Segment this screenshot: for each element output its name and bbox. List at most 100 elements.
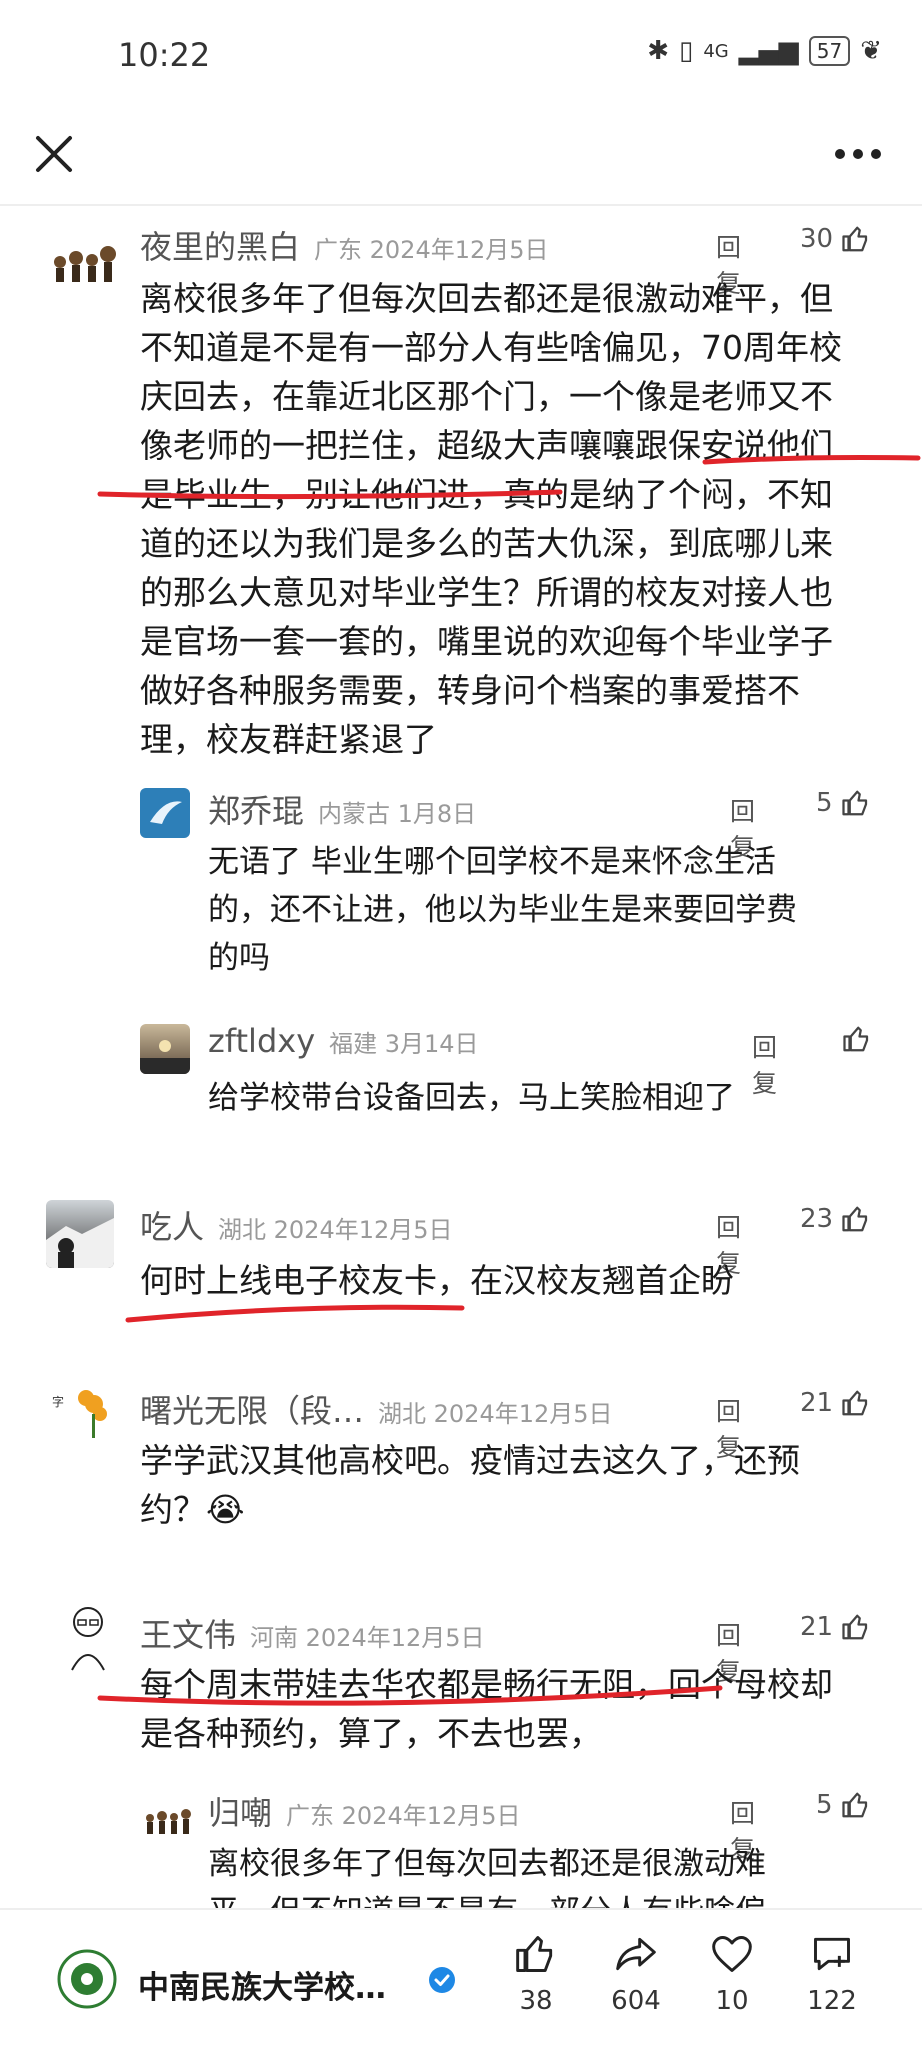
vibrate-icon: ▯ [679, 36, 694, 66]
annotation-underline [125, 1304, 465, 1323]
reply-author[interactable]: 归嘲 [208, 1794, 272, 1832]
avatar[interactable] [46, 1200, 114, 1268]
comment-total: 122 [807, 1986, 857, 2016]
like-button[interactable] [842, 1024, 872, 1054]
divider [0, 204, 922, 206]
thumbs-up-icon [843, 1026, 869, 1052]
verified-badge-icon [429, 1967, 455, 1993]
signal-bars-icon: ▂▄▆ [738, 36, 799, 66]
comment-location-date: 河南 2024年12月5日 [250, 1624, 485, 1652]
reply-line: 的，还不让进，他以为毕业生是来要回学费 [208, 892, 797, 928]
reply-location-date: 内蒙古 1月8日 [318, 800, 477, 828]
avatar-figures-icon [54, 246, 116, 282]
comment-line: 理，校友群赶紧退了 [140, 720, 437, 759]
comment-line: 离校很多年了但每次回去都还是很激动难平，但 [140, 279, 833, 318]
comment-location-date: 广东 2024年12月5日 [314, 236, 549, 264]
comment-author[interactable]: 吃人 [140, 1208, 204, 1246]
comment-line: 的那么大意见对毕业学生？所谓的校友对接人也 [140, 573, 833, 612]
avatar[interactable] [46, 230, 124, 290]
avatar[interactable] [140, 1798, 196, 1842]
like-button[interactable]: 21 [800, 1612, 871, 1642]
annotation-underline [97, 455, 921, 500]
reply-author[interactable]: 郑乔琨 [208, 792, 304, 830]
comment-line: 学学武汉其他高校吧。疫情过去这久了，还预 [140, 1441, 800, 1480]
flower-icon: 字 [52, 1390, 107, 1438]
top-bar [0, 110, 922, 200]
comment-line: 做好各种服务需要，转身问个档案的事爱搭不 [140, 671, 800, 710]
avatar[interactable] [60, 1600, 116, 1676]
reply-line: 离校很多年了但每次回去都还是很激动难 [208, 1846, 766, 1882]
like-count: 21 [800, 1388, 834, 1418]
like-button[interactable]: 5 [816, 1790, 871, 1820]
comment-location-date: 湖北 2024年12月5日 [218, 1216, 453, 1244]
reply-body: 无语了 毕业生哪个回学校不是来怀念生活 的，还不让进，他以为毕业生是来要回学费 … [208, 838, 888, 982]
share-total: 604 [611, 1986, 661, 2016]
like-button[interactable]: 23 [800, 1204, 871, 1234]
like-action[interactable]: 38 [496, 1932, 576, 2016]
heart-icon [712, 1936, 752, 1972]
comment-body: 离校很多年了但每次回去都还是很激动难平，但 不知道是不是有一部分人有些啥偏见，7… [140, 274, 900, 764]
avatar[interactable]: 字 [46, 1376, 118, 1448]
comment-line: 不知道是不是有一部分人有些啥偏见，70周年校 [140, 328, 842, 367]
comment-add-icon [814, 1937, 850, 1971]
reply-location-date: 福建 3月14日 [329, 1030, 479, 1058]
bottom-action-bar: 中南民族大学校… 38 604 10 122 [0, 1908, 922, 2050]
reply-line: 的吗 [208, 940, 270, 976]
like-button[interactable]: 21 [800, 1388, 871, 1418]
comment-line: 约？😭 [140, 1490, 245, 1529]
cartoon-person-icon [71, 1607, 105, 1671]
like-count: 30 [800, 224, 834, 254]
reply-body: 给学校带台设备回去，马上笑脸相迎了 [208, 1074, 888, 1122]
status-time: 10:22 [118, 36, 211, 74]
person-photo-icon [46, 1218, 114, 1268]
like-count: 5 [816, 1790, 833, 1820]
comment-location-date: 湖北 2024年12月5日 [378, 1400, 613, 1428]
like-count: 5 [816, 788, 833, 818]
reply-author[interactable]: zftldxy [208, 1022, 315, 1060]
thumbs-up-icon [842, 1614, 868, 1640]
comment-author[interactable]: 王文伟 [140, 1616, 236, 1654]
bird-icon [150, 801, 182, 824]
share-icon [616, 1937, 656, 1971]
favorite-total: 10 [715, 1986, 749, 2016]
status-bar: 10:22 ✱ ▯ 4G ▂▄▆ 57 ❦ [0, 0, 922, 110]
org-name[interactable]: 中南民族大学校… [138, 1962, 386, 2007]
signal-icon: 4G [703, 40, 729, 62]
comment-line: 是官场一套一套的，嘴里说的欢迎每个毕业学子 [140, 622, 833, 661]
like-count: 21 [800, 1612, 834, 1642]
status-icons: ✱ ▯ 4G ▂▄▆ 57 ❦ [647, 36, 882, 66]
org-logo[interactable] [56, 1948, 118, 2010]
close-icon[interactable] [28, 128, 80, 180]
like-button[interactable]: 5 [816, 788, 871, 818]
reply-line: 给学校带台设备回去，马上笑脸相迎了 [208, 1080, 735, 1116]
avatar[interactable] [140, 1024, 190, 1074]
more-icon[interactable] [828, 130, 888, 178]
thumbs-up-icon [842, 226, 868, 252]
thumbs-up-icon [841, 790, 867, 816]
leaf-icon: ❦ [860, 36, 882, 66]
like-count: 23 [800, 1204, 834, 1234]
thumbs-up-icon [842, 1206, 868, 1232]
avatar[interactable] [140, 788, 190, 838]
reply-line: 无语了 毕业生哪个回学校不是来怀念生活 [208, 844, 776, 880]
comment-action[interactable]: 122 [792, 1932, 872, 2016]
comment-line: 道的还以为我们是多么的苦大仇深，到底哪儿来 [140, 524, 833, 563]
battery-icon: 57 [808, 36, 851, 66]
like-button[interactable]: 30 [800, 224, 871, 254]
reply-location-date: 广东 2024年12月5日 [286, 1802, 521, 1830]
favorite-action[interactable]: 10 [692, 1932, 772, 2016]
like-total: 38 [519, 1986, 553, 2016]
thumbs-up-icon [516, 1936, 553, 1972]
avatar-figures-icon [146, 1809, 191, 1834]
svg-text:字: 字 [52, 1394, 64, 1409]
bluetooth-icon: ✱ [647, 36, 670, 66]
comment-body: 学学武汉其他高校吧。疫情过去这久了，还预 约？😭 [140, 1436, 900, 1534]
annotation-underline [97, 1685, 723, 1706]
comment-author[interactable]: 曙光无限（段… [140, 1392, 364, 1430]
thumbs-up-icon [841, 1792, 867, 1818]
comment-line: 庆回去，在靠近北区那个门，一个像是老师又不 [140, 377, 833, 416]
share-action[interactable]: 604 [596, 1932, 676, 2016]
landscape-icon [140, 1040, 190, 1074]
thumbs-up-icon [842, 1390, 868, 1416]
comment-author[interactable]: 夜里的黑白 [140, 228, 300, 266]
